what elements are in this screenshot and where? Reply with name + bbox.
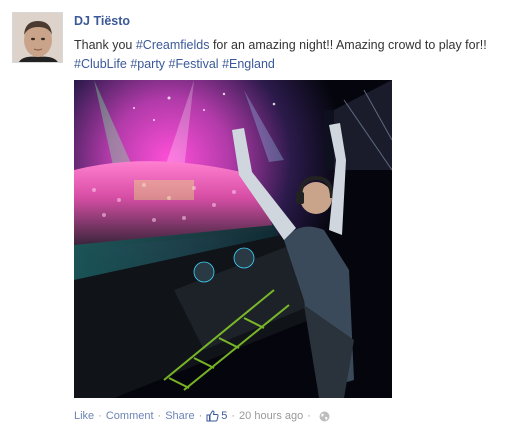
hashtag-creamfields[interactable]: #Creamfields	[136, 38, 210, 52]
post-message: Thank you #Creamfields for an amazing ni…	[74, 36, 514, 74]
author-name[interactable]: DJ Tiësto	[74, 14, 130, 28]
comment-link[interactable]: Comment	[106, 410, 154, 422]
like-count[interactable]: 5	[206, 410, 227, 422]
separator: ·	[98, 410, 102, 422]
message-text: Thank you	[74, 38, 136, 52]
concert-photo-icon	[74, 80, 392, 398]
hashtag-clublife[interactable]: #ClubLife	[74, 57, 127, 71]
like-count-number: 5	[221, 410, 228, 422]
message-text: for an amazing night!! Amazing crowd to …	[209, 38, 487, 52]
thumbs-up-icon	[206, 410, 219, 422]
post-actions: Like · Comment · Share · 5 · 20 hours ag…	[74, 410, 330, 422]
hashtag-england[interactable]: #England	[222, 57, 275, 71]
hashtag-festival[interactable]: #Festival	[169, 57, 219, 71]
share-link[interactable]: Share	[165, 410, 194, 422]
like-link[interactable]: Like	[74, 410, 94, 422]
post-photo[interactable]	[74, 80, 392, 398]
globe-icon[interactable]	[319, 411, 330, 422]
timestamp[interactable]: 20 hours ago	[239, 410, 303, 422]
author-avatar[interactable]	[12, 12, 63, 63]
separator: ·	[198, 410, 203, 422]
hashtag-party[interactable]: #party	[130, 57, 165, 71]
avatar-portrait-icon	[13, 13, 62, 62]
separator: ·	[307, 410, 311, 422]
feed-post: DJ Tiësto Thank you #Creamfields for an …	[0, 0, 528, 439]
separator: ·	[231, 410, 236, 422]
separator: ·	[157, 410, 162, 422]
